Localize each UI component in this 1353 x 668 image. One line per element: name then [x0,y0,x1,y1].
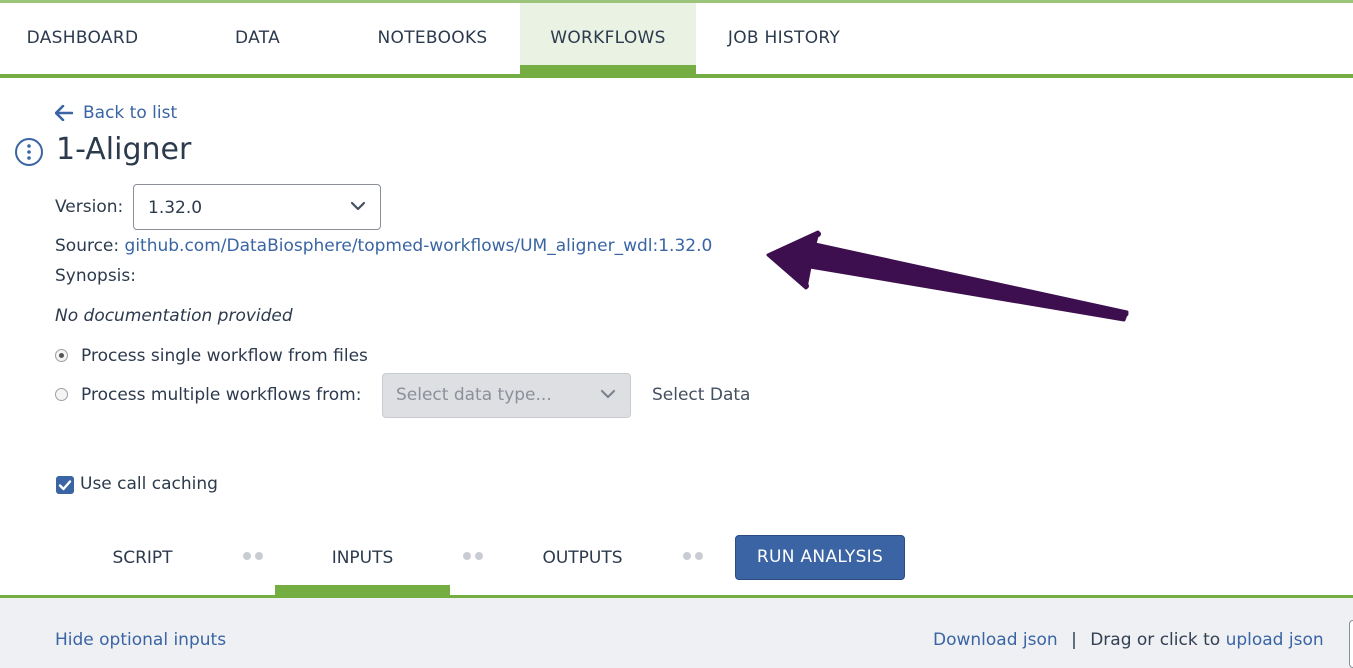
inputs-panel-header: Hide optional inputs Download json | Dra… [0,598,1353,668]
call-caching-label: Use call caching [80,474,218,494]
multiple-workflows-label: Process multiple workflows from: [81,385,362,405]
version-value: 1.32.0 [148,198,203,218]
tab-notebooks[interactable]: NOTEBOOKS [350,3,515,74]
page-title: 1-Aligner [56,132,192,167]
step-script[interactable]: SCRIPT [95,533,190,585]
tab-workflows[interactable]: WORKFLOWS [520,3,696,74]
source-row: Source: github.com/DataBiosphere/topmed-… [55,236,712,256]
step-inputs-label: INPUTS [331,548,394,568]
multiple-workflows-radio[interactable] [55,388,68,401]
version-select[interactable]: 1.32.0 [133,184,381,230]
separator: | [1071,630,1077,650]
back-to-list-link[interactable]: Back to list [55,100,177,126]
info-icon[interactable] [14,137,44,167]
step-outputs[interactable]: OUTPUTS [530,533,635,585]
tab-workflows-label: WORKFLOWS [550,28,666,48]
chevron-down-icon [350,201,366,211]
single-workflow-radio[interactable] [55,349,68,362]
tab-data[interactable]: DATA [165,3,350,74]
download-json-link[interactable]: Download json [933,630,1058,650]
source-link[interactable]: github.com/DataBiosphere/topmed-workflow… [125,236,713,256]
arrow-left-icon [55,105,73,121]
json-actions: Download json | Drag or click to upload … [933,628,1324,652]
back-to-list-label: Back to list [83,103,178,123]
single-workflow-label: Process single workflow from files [81,346,368,366]
upload-json-link[interactable]: upload json [1226,630,1324,650]
run-analysis-button[interactable]: RUN ANALYSIS [735,535,905,580]
hide-optional-inputs-link[interactable]: Hide optional inputs [55,628,226,652]
step-separator-dots [243,552,263,560]
checkmark-icon [58,480,72,491]
upload-dropzone-edge[interactable] [1349,620,1353,668]
tab-job-history[interactable]: JOB HISTORY [696,3,872,74]
nav-bottom-border [0,74,1353,78]
hand-drawn-arrow-icon [766,230,1129,322]
active-tab-indicator [520,65,696,74]
call-caching-checkbox[interactable] [56,476,74,494]
data-type-select[interactable]: Select data type... [382,373,631,418]
chevron-down-icon [600,389,616,399]
step-separator-dots [463,552,483,560]
select-data-button[interactable]: Select Data [652,385,750,405]
step-inputs[interactable]: INPUTS [275,533,450,596]
tab-dashboard[interactable]: DASHBOARD [0,3,165,74]
drag-text: Drag or click to [1090,630,1221,650]
documentation-text: No documentation provided [55,306,293,326]
data-type-placeholder: Select data type... [396,385,552,405]
step-separator-dots [683,552,703,560]
source-label: Source: [55,236,120,256]
synopsis-label: Synopsis: [55,266,136,286]
version-label: Version: [55,197,124,217]
